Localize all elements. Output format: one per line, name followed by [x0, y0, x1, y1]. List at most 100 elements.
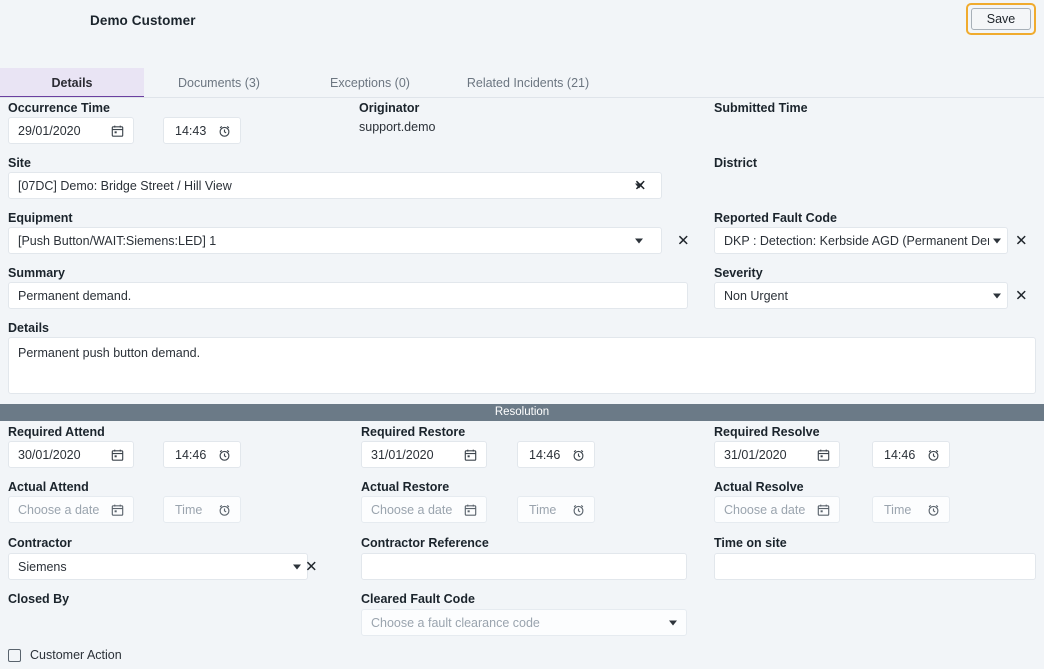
required-restore-date-input[interactable]: 31/01/2020 [361, 441, 487, 468]
clock-icon[interactable] [927, 448, 940, 461]
actual-attend-date-input[interactable]: Choose a date [8, 496, 134, 523]
actual-restore-date-input[interactable]: Choose a date [361, 496, 487, 523]
chevron-down-icon[interactable] [993, 293, 1001, 298]
actual-attend-label: Actual Attend [8, 480, 89, 494]
actual-resolve-time-input[interactable]: Time [872, 496, 950, 523]
tab-related-incidents[interactable]: Related Incidents (21) [446, 68, 610, 98]
equipment-clear-button[interactable]: ✕ [677, 234, 690, 249]
occurrence-time-value: 14:43 [175, 123, 207, 138]
actual-restore-label: Actual Restore [361, 480, 450, 494]
calendar-icon[interactable] [111, 448, 124, 461]
required-attend-date-value: 30/01/2020 [18, 447, 81, 462]
actual-resolve-date-placeholder: Choose a date [724, 502, 806, 517]
reported-fault-code-select[interactable]: DKP : Detection: Kerbside AGD (Permanent… [714, 227, 1008, 254]
save-button-focus-ring: Save [966, 3, 1036, 35]
calendar-icon[interactable] [111, 503, 124, 516]
customer-action-checkbox[interactable] [8, 649, 21, 662]
chevron-down-icon[interactable] [293, 564, 301, 569]
required-restore-time-value: 14:46 [529, 447, 561, 462]
closed-by-label: Closed By [8, 592, 70, 606]
details-value: Permanent push button demand. [18, 346, 201, 360]
site-clear-button[interactable]: ✕ [634, 179, 647, 194]
calendar-icon[interactable] [464, 503, 477, 516]
actual-attend-date-placeholder: Choose a date [18, 502, 100, 517]
occurrence-time-input[interactable]: 14:43 [163, 117, 241, 144]
chevron-down-icon[interactable] [993, 238, 1001, 243]
calendar-icon[interactable] [464, 448, 477, 461]
calendar-icon[interactable] [817, 448, 830, 461]
actual-attend-time-input[interactable]: Time [163, 496, 241, 523]
required-restore-label: Required Restore [361, 425, 466, 439]
actual-resolve-date-input[interactable]: Choose a date [714, 496, 840, 523]
required-attend-label: Required Attend [8, 425, 105, 439]
tab-bar: Details Documents (3) Exceptions (0) Rel… [0, 68, 1044, 98]
contractor-reference-input[interactable] [361, 553, 687, 580]
cleared-fault-code-placeholder: Choose a fault clearance code [371, 615, 540, 630]
clock-icon[interactable] [218, 448, 231, 461]
severity-label: Severity [714, 266, 763, 280]
submitted-time-label: Submitted Time [714, 101, 808, 115]
details-textarea[interactable]: Permanent push button demand. [8, 337, 1036, 394]
clock-icon[interactable] [927, 503, 940, 516]
time-on-site-input[interactable] [714, 553, 1036, 580]
details-label: Details [8, 321, 49, 335]
chevron-down-icon[interactable] [635, 238, 643, 243]
reported-fault-code-clear-button[interactable]: ✕ [1015, 234, 1028, 249]
occurrence-time-label: Occurrence Time [8, 101, 110, 115]
clock-icon[interactable] [218, 503, 231, 516]
calendar-icon[interactable] [817, 503, 830, 516]
clock-icon[interactable] [218, 124, 231, 137]
site-value: [07DC] Demo: Bridge Street / Hill View [18, 178, 232, 193]
severity-select[interactable]: Non Urgent [714, 282, 1008, 309]
equipment-value: [Push Button/WAIT:Siemens:LED] 1 [18, 233, 217, 248]
cleared-fault-code-select[interactable]: Choose a fault clearance code [361, 609, 687, 636]
required-attend-date-input[interactable]: 30/01/2020 [8, 441, 134, 468]
actual-resolve-label: Actual Resolve [714, 480, 804, 494]
tab-bar-divider [0, 97, 1044, 98]
resolution-section-header: Resolution [0, 404, 1044, 421]
page-header: Demo Customer Save [0, 0, 1044, 41]
actual-resolve-time-placeholder: Time [884, 502, 912, 517]
site-select[interactable]: [07DC] Demo: Bridge Street / Hill View [8, 172, 662, 199]
clock-icon[interactable] [572, 503, 585, 516]
contractor-reference-label: Contractor Reference [361, 536, 489, 550]
severity-value: Non Urgent [724, 288, 788, 303]
reported-fault-code-label: Reported Fault Code [714, 211, 837, 225]
actual-restore-time-input[interactable]: Time [517, 496, 595, 523]
occurrence-date-input[interactable]: 29/01/2020 [8, 117, 134, 144]
summary-label: Summary [8, 266, 65, 280]
occurrence-date-value: 29/01/2020 [18, 123, 81, 138]
severity-clear-button[interactable]: ✕ [1015, 289, 1028, 304]
contractor-clear-button[interactable]: ✕ [305, 560, 318, 575]
contractor-value: Siemens [18, 559, 67, 574]
required-resolve-date-input[interactable]: 31/01/2020 [714, 441, 840, 468]
save-button[interactable]: Save [971, 8, 1031, 30]
clock-icon[interactable] [572, 448, 585, 461]
required-resolve-time-value: 14:46 [884, 447, 916, 462]
incident-details-page: Demo Customer Save Details Documents (3)… [0, 0, 1044, 669]
originator-label: Originator [359, 101, 420, 115]
tab-exceptions[interactable]: Exceptions (0) [294, 68, 446, 98]
tab-documents[interactable]: Documents (3) [144, 68, 294, 98]
contractor-label: Contractor [8, 536, 72, 550]
calendar-icon[interactable] [111, 124, 124, 137]
tab-details[interactable]: Details [0, 68, 144, 98]
chevron-down-icon[interactable] [669, 620, 677, 625]
site-label: Site [8, 156, 31, 170]
cleared-fault-code-label: Cleared Fault Code [361, 592, 475, 606]
actual-restore-date-placeholder: Choose a date [371, 502, 453, 517]
required-attend-time-input[interactable]: 14:46 [163, 441, 241, 468]
equipment-select[interactable]: [Push Button/WAIT:Siemens:LED] 1 [8, 227, 662, 254]
required-resolve-time-input[interactable]: 14:46 [872, 441, 950, 468]
required-attend-time-value: 14:46 [175, 447, 207, 462]
summary-input[interactable]: Permanent demand. [8, 282, 688, 309]
actual-attend-time-placeholder: Time [175, 502, 203, 517]
required-restore-time-input[interactable]: 14:46 [517, 441, 595, 468]
originator-value: support.demo [359, 120, 436, 134]
time-on-site-label: Time on site [714, 536, 787, 550]
contractor-select[interactable]: Siemens [8, 553, 308, 580]
required-restore-date-value: 31/01/2020 [371, 447, 434, 462]
required-resolve-label: Required Resolve [714, 425, 820, 439]
district-label: District [714, 156, 758, 170]
required-resolve-date-value: 31/01/2020 [724, 447, 787, 462]
